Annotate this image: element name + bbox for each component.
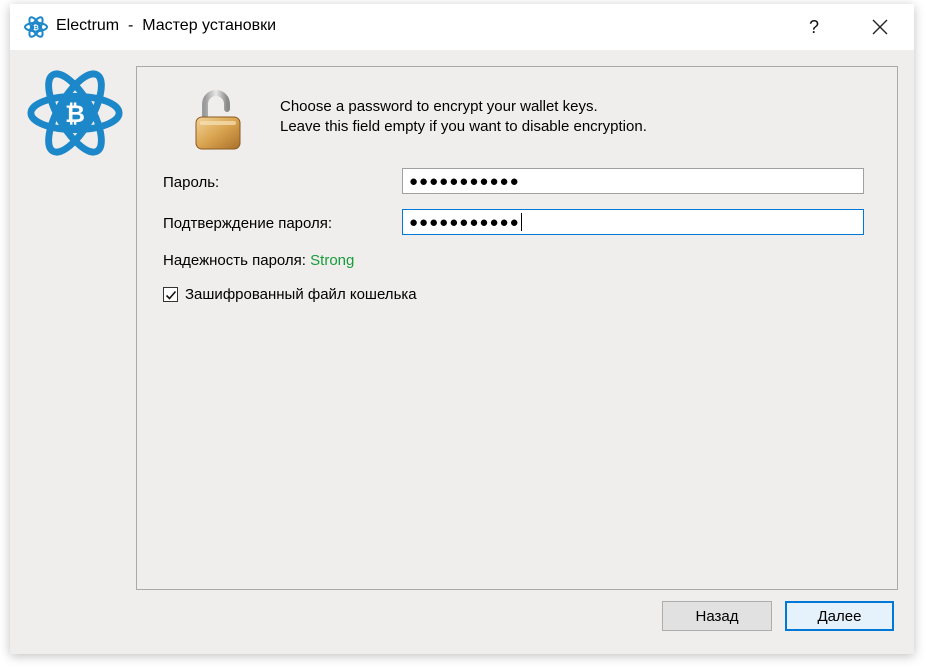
password-value: ●●●●●●●●●●● bbox=[409, 172, 520, 190]
password-input[interactable]: ●●●●●●●●●●● bbox=[402, 168, 864, 194]
next-button[interactable]: Далее bbox=[785, 601, 894, 631]
password-label: Пароль: bbox=[163, 174, 220, 191]
encrypt-file-label: Зашифрованный файл кошелька bbox=[185, 286, 417, 303]
svg-text:₿: ₿ bbox=[65, 99, 85, 128]
close-button[interactable] bbox=[858, 4, 902, 50]
info-text: Choose a password to encrypt your wallet… bbox=[280, 97, 647, 137]
info-line-2: Leave this field empty if you want to di… bbox=[280, 118, 647, 135]
confirm-password-value: ●●●●●●●●●●● bbox=[409, 213, 520, 231]
electrum-logo-icon: ₿ bbox=[24, 16, 48, 38]
encrypt-file-checkbox[interactable] bbox=[163, 287, 178, 302]
confirm-password-label: Подтверждение пароля: bbox=[163, 215, 333, 232]
back-button[interactable]: Назад bbox=[662, 601, 772, 631]
strength-value: Strong bbox=[310, 252, 355, 269]
strength-label: Надежность пароля: bbox=[163, 252, 306, 269]
checkmark-icon bbox=[165, 290, 176, 300]
unlocked-padlock-icon bbox=[195, 90, 241, 150]
svg-text:₿: ₿ bbox=[33, 24, 39, 32]
info-line-1: Choose a password to encrypt your wallet… bbox=[280, 98, 598, 115]
title-bar: ₿ Electrum - Мастер установки ? bbox=[10, 4, 914, 50]
electrum-logo-icon: ₿ bbox=[27, 70, 123, 156]
wizard-window: ₿ Electrum - Мастер установки ? ₿ Choose… bbox=[10, 4, 914, 654]
confirm-password-input[interactable]: ●●●●●●●●●●● bbox=[402, 209, 864, 235]
password-strength: Надежность пароля: Strong bbox=[163, 252, 354, 269]
close-icon bbox=[872, 19, 888, 35]
help-button[interactable]: ? bbox=[794, 4, 834, 50]
encrypt-file-option[interactable]: Зашифрованный файл кошелька bbox=[163, 286, 417, 303]
content-panel: Choose a password to encrypt your wallet… bbox=[136, 66, 898, 590]
window-title: Electrum - Мастер установки bbox=[56, 17, 277, 34]
text-caret bbox=[520, 213, 522, 231]
